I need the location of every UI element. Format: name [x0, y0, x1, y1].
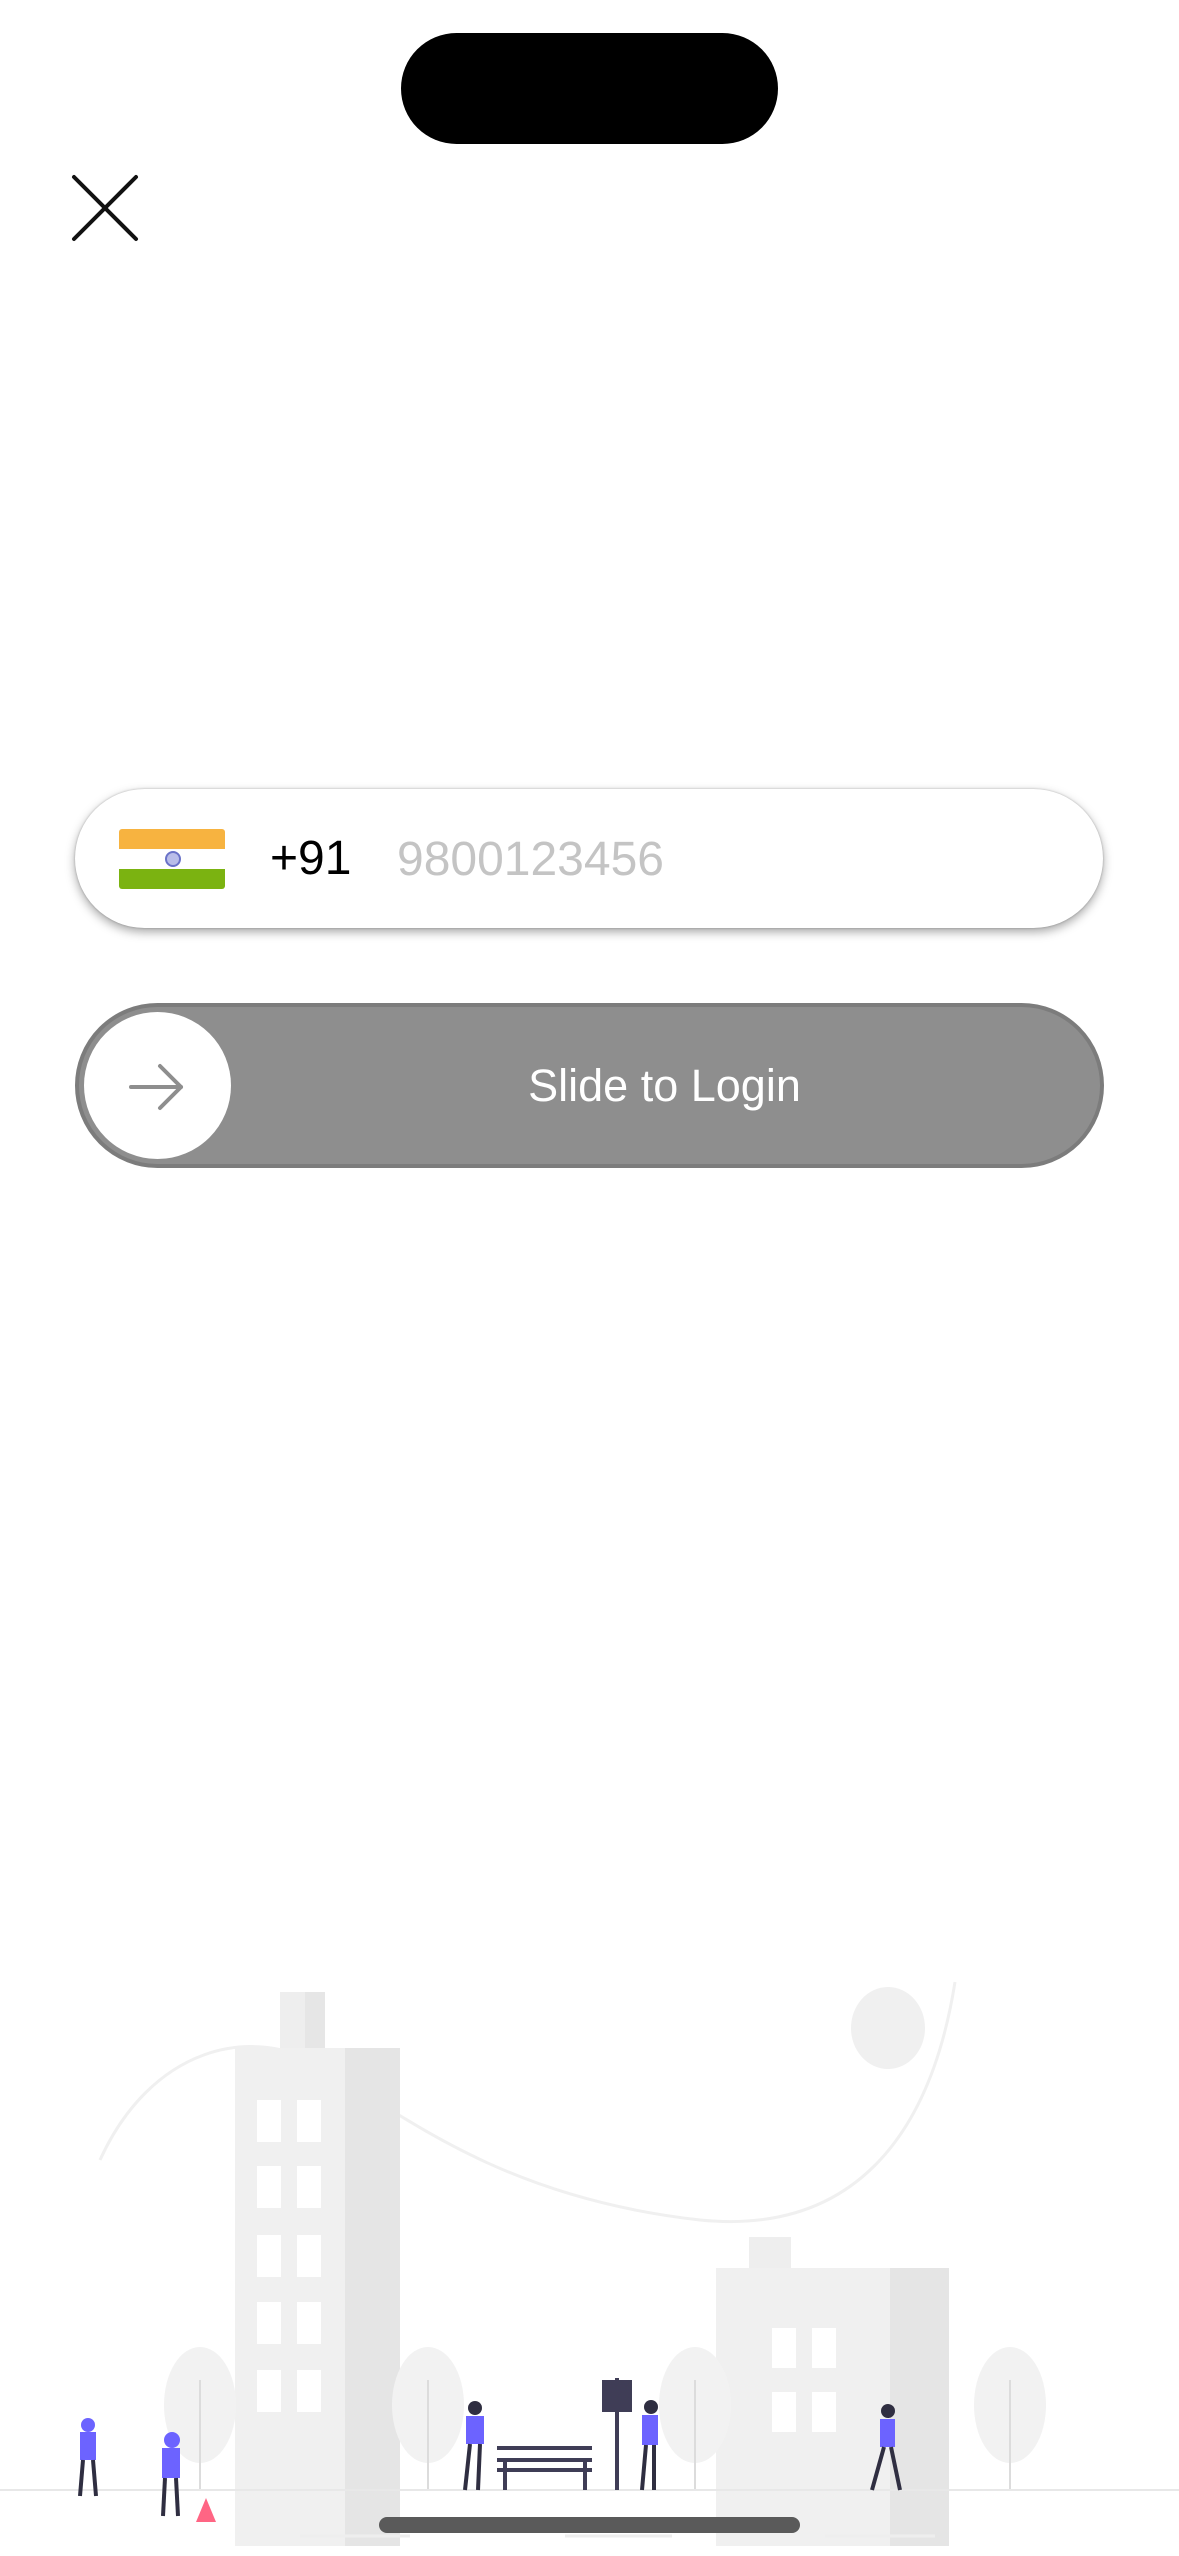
slide-knob[interactable]: [84, 1012, 231, 1159]
city-street-illustration: [0, 1981, 1179, 2546]
ashoka-chakra-icon: [165, 851, 181, 867]
flag-white-band: [119, 849, 225, 869]
dynamic-island: [401, 33, 778, 144]
flag-green-band: [119, 869, 225, 889]
phone-number-field[interactable]: +91: [75, 789, 1103, 928]
slider-label: Slide to Login: [528, 1060, 801, 1111]
flag-saffron-band: [119, 829, 225, 849]
slide-to-login[interactable]: Slide to Login: [75, 1003, 1104, 1168]
india-flag-icon[interactable]: [119, 829, 225, 889]
close-button[interactable]: [62, 165, 148, 251]
arrow-right-icon: [129, 1064, 183, 1110]
home-indicator[interactable]: [379, 2517, 800, 2533]
close-icon: [72, 175, 138, 241]
phone-input[interactable]: [397, 819, 1057, 899]
country-code[interactable]: +91: [270, 826, 351, 891]
